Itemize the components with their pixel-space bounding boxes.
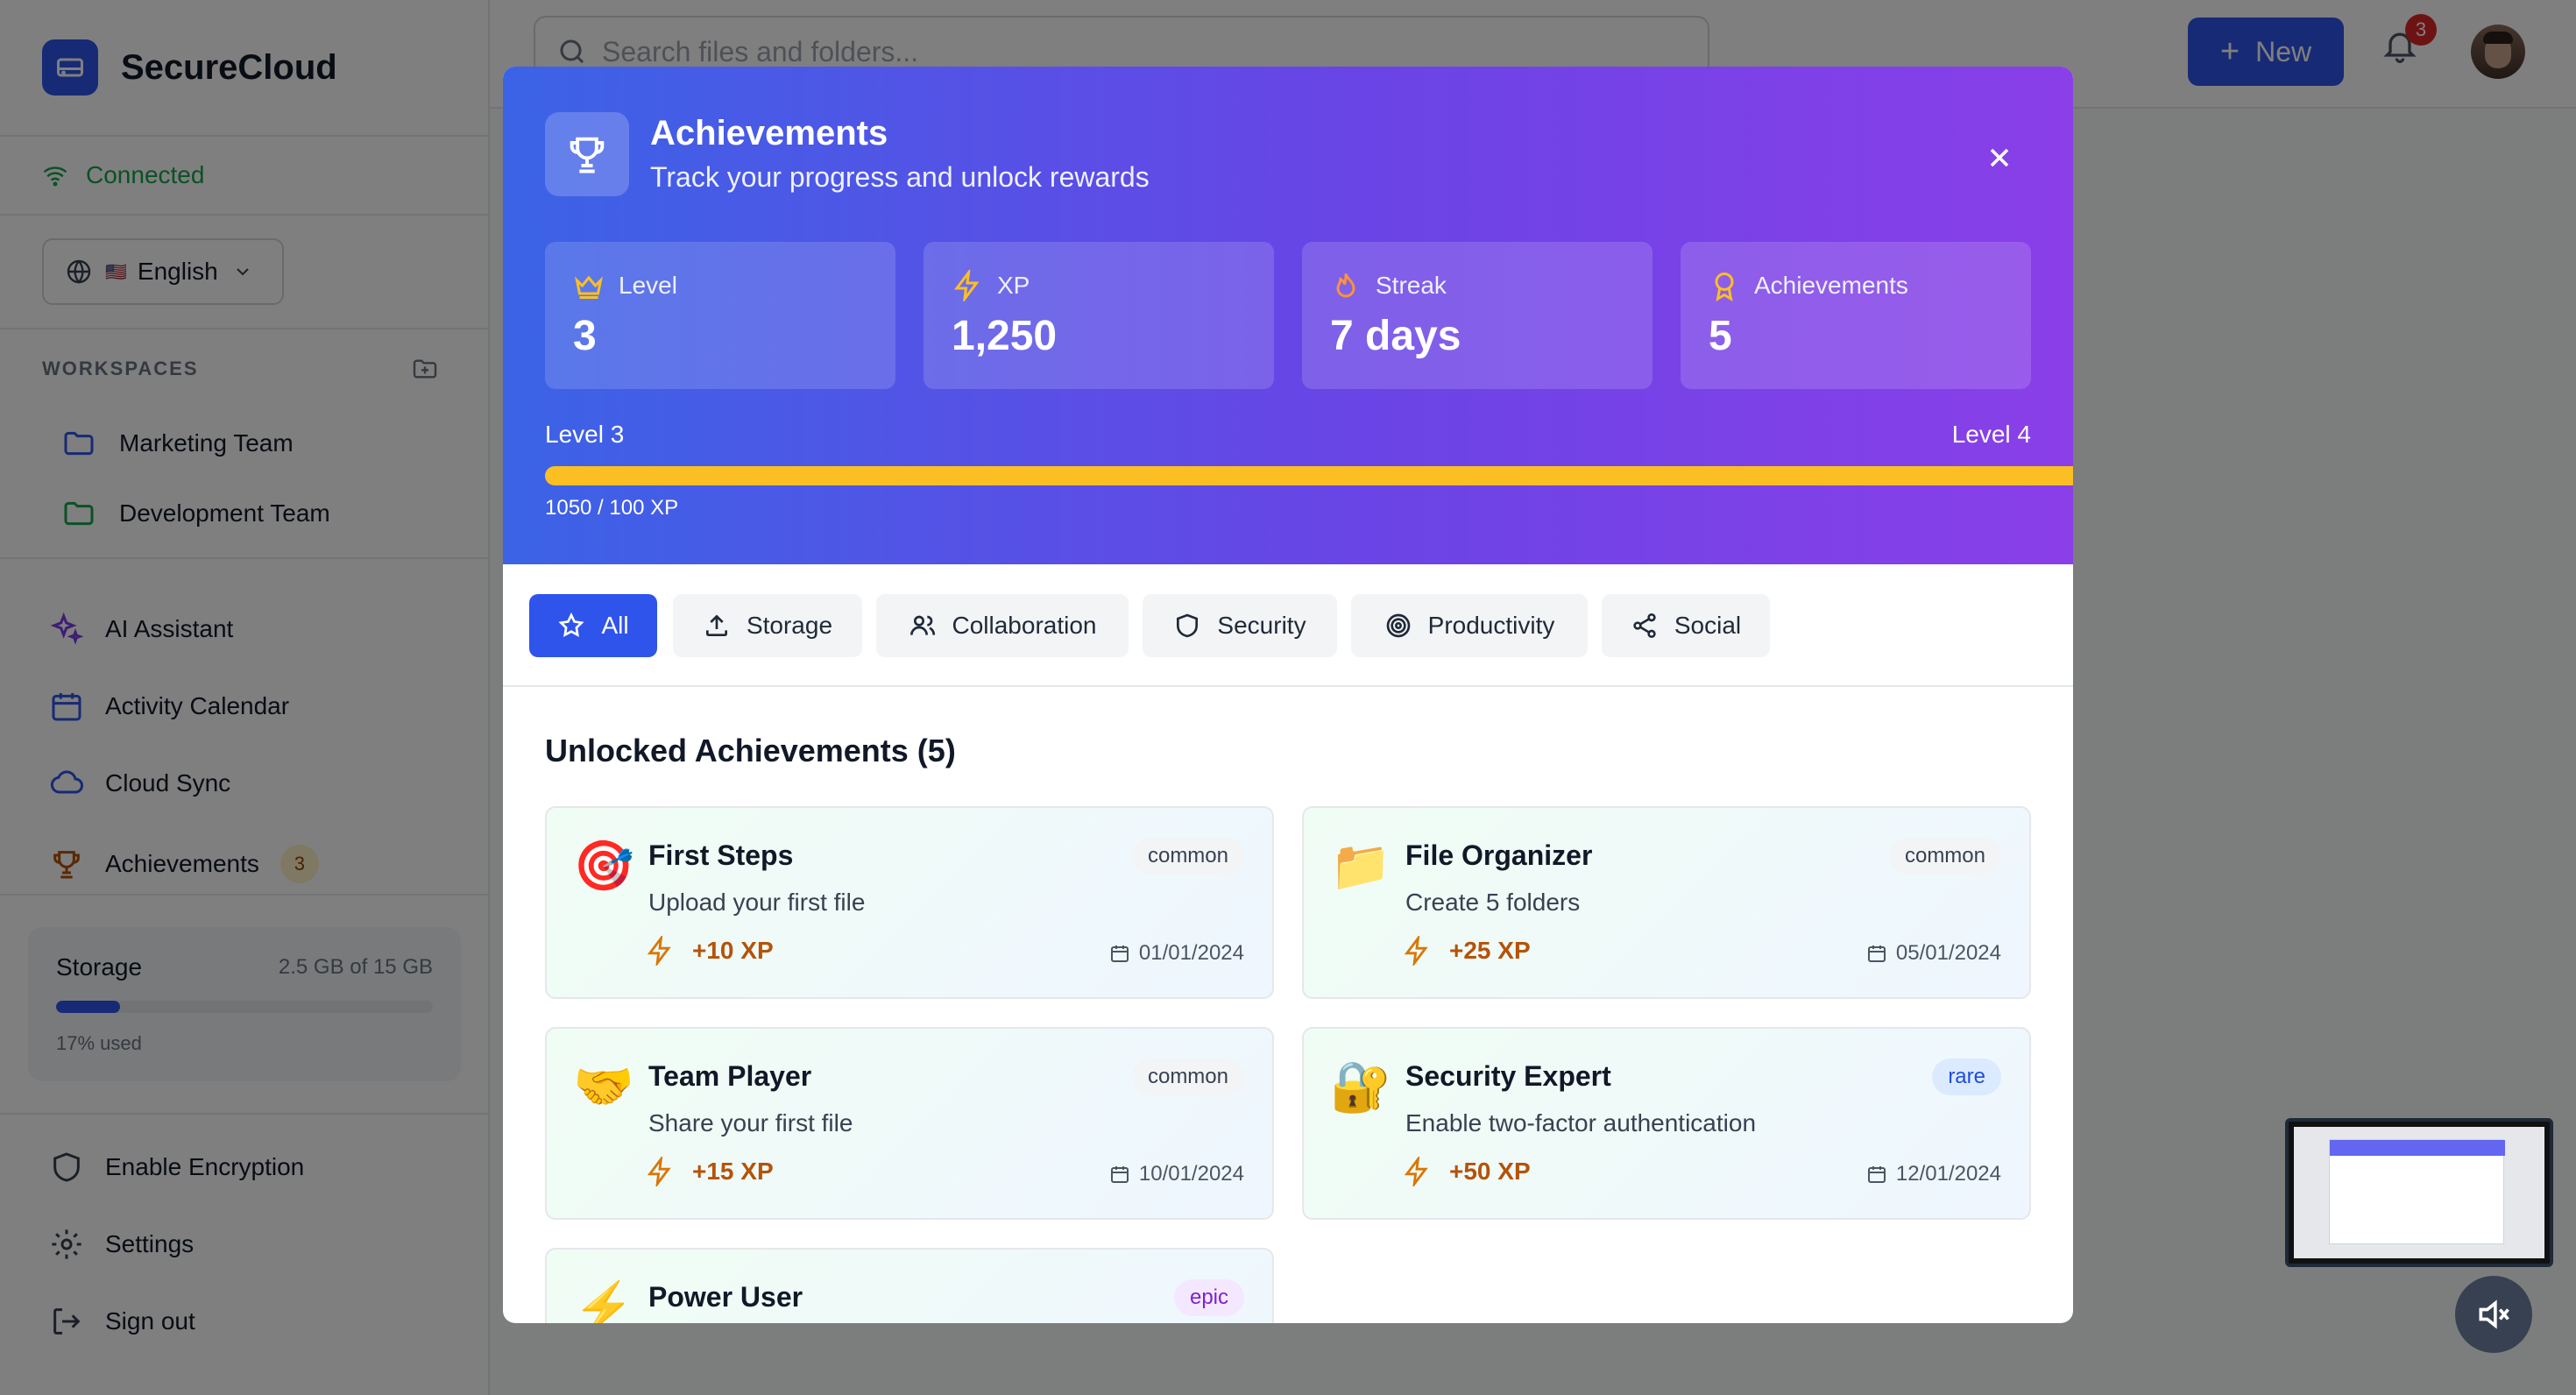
achievement-card[interactable]: 🎯 First Steps Upload your first file +10… (545, 806, 1274, 999)
calendar-icon (1110, 1166, 1129, 1183)
tab-social[interactable]: Social (1602, 594, 1770, 657)
handshake-icon: 🤝 (573, 1059, 634, 1114)
target-icon (1386, 613, 1410, 638)
lightning-icon (1404, 936, 1428, 966)
rarity-badge: rare (1932, 1059, 2001, 1095)
trophy-icon (545, 112, 629, 196)
achievement-date: 10/01/2024 (1109, 1162, 1244, 1186)
stat-achievements: Achievements 5 (1681, 242, 2031, 389)
achievements-modal: Achievements Track your progress and unl… (503, 67, 2073, 1323)
tab-label: Social (1674, 612, 1742, 639)
xp-value: +25 XP (1449, 937, 1531, 964)
screen-preview-thumbnail[interactable] (2285, 1118, 2553, 1267)
achievement-title: First Steps (648, 839, 794, 871)
tab-all[interactable]: All (529, 594, 657, 657)
stat-value: 7 days (1330, 313, 1461, 359)
achievement-title: Team Player (648, 1060, 812, 1092)
lightning-icon (647, 1157, 671, 1186)
lightning-icon: ⚡ (573, 1279, 634, 1324)
date-value: 01/01/2024 (1138, 941, 1244, 965)
modal-header: Achievements Track your progress and unl… (503, 67, 2073, 564)
xp-progress-text: 1050 / 100 XP (545, 496, 679, 520)
achievement-xp: +25 XP (1404, 936, 1531, 966)
tab-label: Collaboration (952, 612, 1097, 639)
modal-title: Achievements (650, 114, 888, 152)
tab-label: Productivity (1427, 612, 1555, 639)
tab-productivity[interactable]: Productivity (1351, 594, 1588, 657)
lightning-icon (647, 936, 671, 966)
tab-label: All (601, 612, 629, 639)
level-progress-bar (545, 466, 2073, 485)
stat-label: XP (997, 272, 1030, 299)
achievement-description: Share your first file (648, 1109, 853, 1137)
achievement-description: Create 5 folders (1405, 889, 1581, 916)
crown-icon (575, 275, 603, 299)
stat-level: Level 3 (545, 242, 895, 389)
target-icon: 🎯 (573, 838, 634, 893)
mute-button[interactable] (2455, 1276, 2532, 1353)
award-icon (1715, 273, 1734, 301)
achievement-date: 12/01/2024 (1866, 1162, 2001, 1186)
share-icon (1633, 613, 1656, 638)
stat-label: Streak (1376, 272, 1447, 299)
achievement-description: Upload your first file (648, 889, 866, 916)
achievement-xp: +10 XP (647, 936, 774, 966)
achievement-description: Enable two-factor authentication (1405, 1109, 1757, 1137)
shield-icon (1177, 613, 1199, 638)
level-progress-fill (545, 466, 2073, 485)
achievement-xp: +50 XP (1404, 1157, 1531, 1186)
achievement-title: Security Expert (1405, 1060, 1611, 1092)
next-level-label: Level 4 (1951, 421, 2031, 448)
tab-label: Storage (746, 612, 833, 639)
tab-storage[interactable]: Storage (673, 594, 862, 657)
stat-label: Level (619, 272, 677, 299)
upload-icon (705, 614, 727, 636)
achievement-date: 05/01/2024 (1866, 941, 2001, 966)
section-title: Unlocked Achievements (5) (545, 733, 956, 768)
rarity-badge: common (1888, 838, 2001, 875)
lightning-icon (1404, 1157, 1428, 1186)
flame-icon (1336, 273, 1355, 298)
date-value: 05/01/2024 (1895, 941, 2001, 965)
calendar-icon (1867, 1166, 1886, 1183)
achievement-date: 01/01/2024 (1109, 941, 1244, 966)
modal-subtitle: Track your progress and unlock rewards (650, 161, 1150, 193)
achievement-card[interactable]: 📁 File Organizer Create 5 folders +25 XP… (1302, 806, 2031, 999)
xp-value: +10 XP (692, 937, 774, 964)
close-icon (1990, 148, 2009, 167)
tab-collaboration[interactable]: Collaboration (876, 594, 1129, 657)
achievement-card[interactable]: 🔐 Security Expert Enable two-factor auth… (1302, 1027, 2031, 1220)
date-value: 10/01/2024 (1138, 1162, 1244, 1186)
tab-security[interactable]: Security (1143, 594, 1337, 657)
achievement-title: File Organizer (1405, 839, 1593, 871)
calendar-icon (1110, 945, 1129, 962)
rarity-badge: common (1131, 1059, 1244, 1095)
date-value: 12/01/2024 (1895, 1162, 2001, 1186)
stat-value: 3 (573, 313, 597, 359)
stat-xp: XP 1,250 (924, 242, 1274, 389)
stat-label: Achievements (1754, 272, 1908, 299)
folder-icon: 📁 (1330, 838, 1391, 893)
calendar-icon (1867, 945, 1886, 962)
xp-value: +15 XP (692, 1158, 774, 1185)
achievement-card[interactable]: 🤝 Team Player Share your first file +15 … (545, 1027, 1274, 1220)
tab-label: Security (1217, 612, 1306, 639)
stat-value: 1,250 (952, 313, 1058, 359)
star-icon (558, 612, 585, 637)
users-icon (909, 615, 935, 635)
lightning-icon (954, 270, 980, 301)
speaker-muted-icon (2479, 1299, 2509, 1329)
achievement-title: Power User (648, 1281, 803, 1313)
category-tabs: All Storage Collaboration Security Produ… (503, 564, 2073, 687)
rarity-badge: common (1131, 838, 1244, 875)
lock-icon: 🔐 (1330, 1059, 1391, 1114)
current-level-label: Level 3 (545, 421, 625, 448)
stat-value: 5 (1709, 313, 1732, 359)
achievement-xp: +15 XP (647, 1157, 774, 1186)
achievement-card[interactable]: ⚡ Power User epic (545, 1248, 1274, 1323)
close-button[interactable] (1978, 137, 2020, 179)
stat-streak: Streak 7 days (1302, 242, 1652, 389)
xp-value: +50 XP (1449, 1158, 1531, 1185)
rarity-badge: epic (1173, 1279, 1244, 1316)
